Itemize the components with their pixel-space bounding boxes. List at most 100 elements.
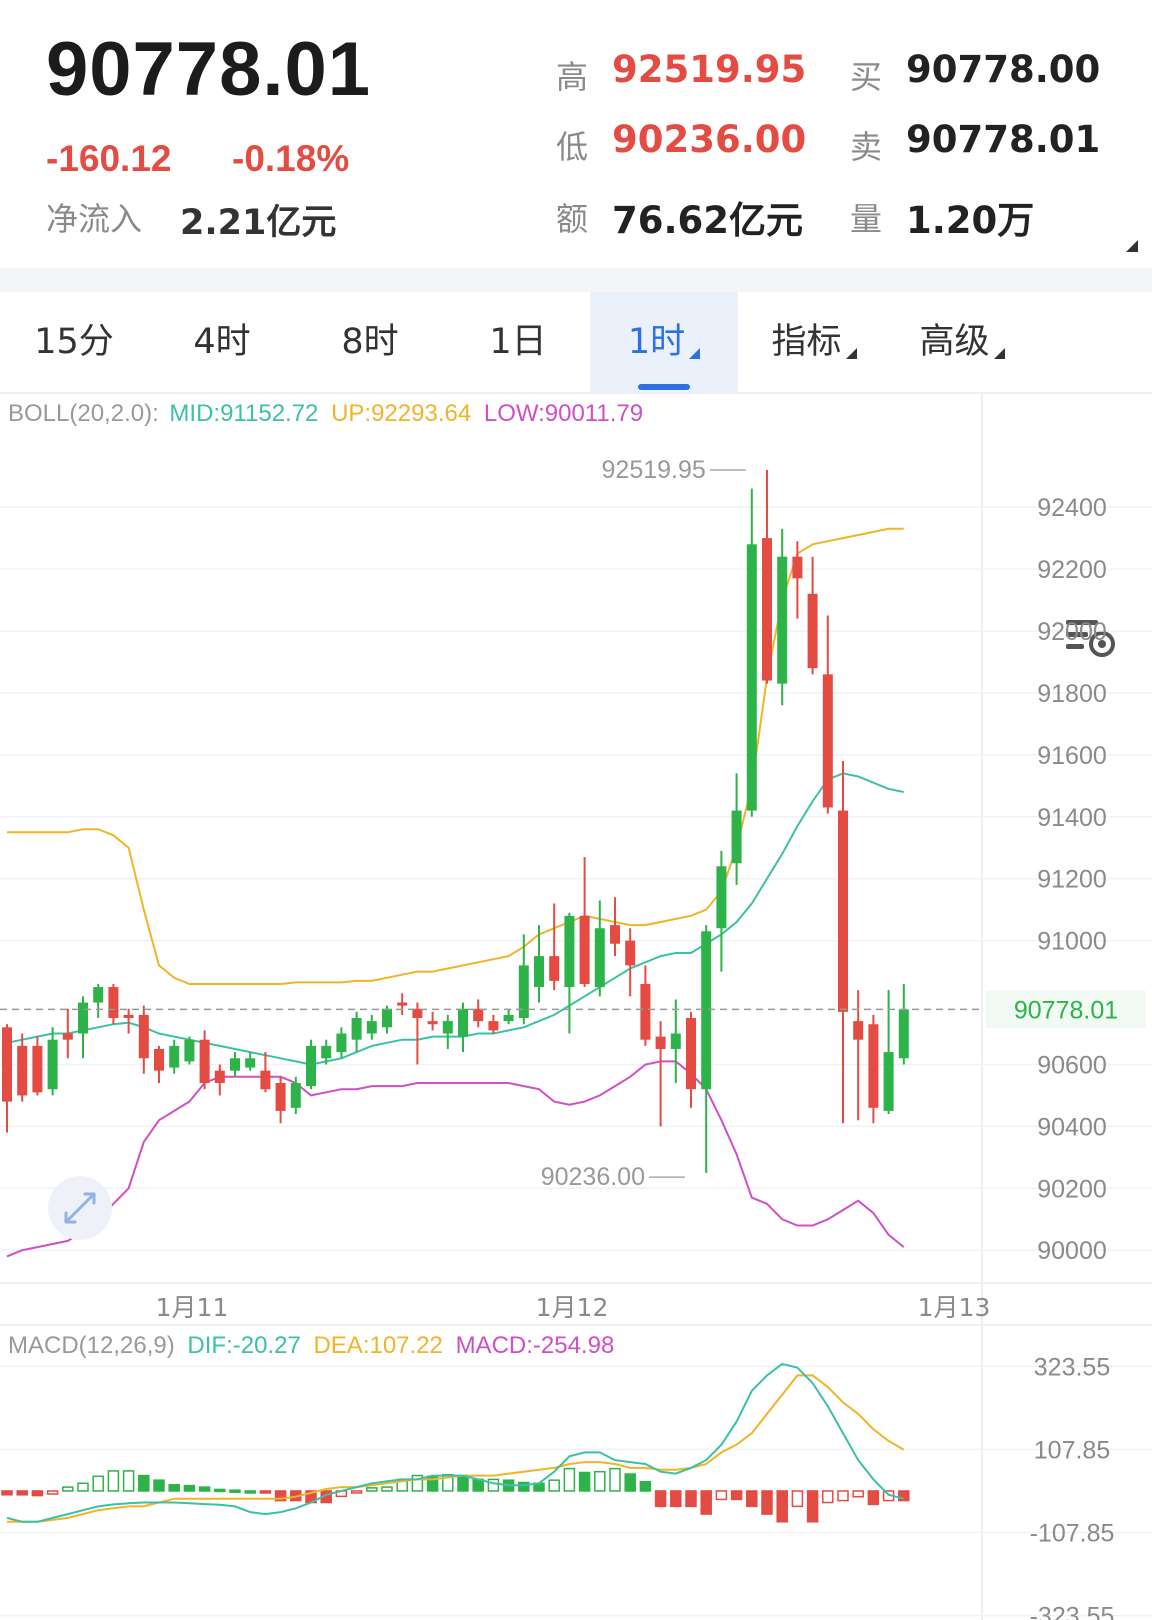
candle-body: [108, 987, 119, 1019]
macd-bar: [366, 1487, 378, 1492]
candle-body: [838, 810, 848, 1012]
macd-bar: [138, 1474, 150, 1492]
tab-indicators[interactable]: 指标: [740, 292, 888, 392]
candle-body: [594, 928, 605, 988]
tab-label: 1时: [627, 322, 686, 362]
price-change: -160.12: [46, 138, 172, 179]
candle-body: [230, 1058, 240, 1071]
macd-bar: [198, 1486, 211, 1492]
macd-bar: [31, 1490, 44, 1497]
candle-body: [488, 1021, 499, 1031]
tab-15min[interactable]: 15分: [0, 292, 148, 392]
macd-bar: [761, 1490, 773, 1515]
high-label: 高: [556, 58, 589, 96]
candle-body: [382, 1008, 392, 1028]
expand-corner-icon[interactable]: [1126, 240, 1138, 252]
candle-body: [138, 1014, 149, 1059]
candle-body: [686, 1018, 696, 1090]
chart-grid: [0, 394, 1152, 1620]
candle-body: [351, 1018, 362, 1040]
candle-body: [427, 1021, 438, 1025]
macd-tick-label: -323.55: [1030, 1603, 1115, 1620]
macd-bar: [122, 1470, 135, 1492]
tab-label: 4时: [193, 322, 251, 362]
macd-bar: [92, 1475, 104, 1492]
dropdown-arrow-icon: [689, 348, 701, 359]
kline-chart[interactable]: BOLL(20,2.0): MID:91152.72 UP:92293.64 L…: [0, 394, 1152, 1620]
high-annotation: 92519.95: [602, 456, 706, 484]
candle-body: [518, 965, 529, 1019]
time-tick-label: 1月11: [156, 1293, 229, 1322]
macd-bar: [806, 1490, 819, 1523]
macd-bar: [654, 1490, 667, 1508]
candle-body: [199, 1039, 210, 1084]
amount-value: 76.62亿元: [612, 199, 804, 242]
volume-value: 1.20万: [906, 199, 1035, 242]
candle-body: [534, 956, 544, 988]
macd-bar: [548, 1479, 560, 1492]
candle-body: [154, 1048, 164, 1071]
last-price-tag-label: 90778.01: [1014, 996, 1118, 1024]
tab-label: 1日: [489, 322, 547, 362]
candle-body: [473, 1008, 484, 1022]
candle-body: [762, 538, 772, 681]
candle-body: [549, 956, 560, 981]
macd-bar: [624, 1473, 636, 1492]
boll-mid-value: MID:91152.72: [169, 400, 318, 427]
dropdown-arrow-icon: [845, 348, 857, 359]
candle-body: [17, 1045, 28, 1096]
macd-dif-value: DIF:-20.27: [187, 1332, 300, 1359]
candle-body: [47, 1039, 58, 1090]
macd-bar: [1, 1490, 13, 1496]
candle-body: [275, 1083, 286, 1111]
price-tick-label: 91600: [1037, 742, 1107, 770]
quote-panel: 90778.01 -160.12 -0.18% 净流入 2.21亿元 高 925…: [0, 0, 1152, 268]
price-tick-label: 90200: [1037, 1175, 1107, 1203]
price-tick-label: 90400: [1037, 1113, 1107, 1141]
candle-body: [62, 1033, 73, 1040]
tab-1h[interactable]: 1时: [590, 292, 738, 392]
dropdown-arrow-icon: [993, 348, 1005, 359]
period-tabs: 15分 4时 8时 1日 1时 指标 高级: [0, 292, 1152, 657]
ask-value: 90778.01: [906, 118, 1101, 161]
tab-advanced[interactable]: 高级: [888, 292, 1036, 392]
candle-body: [184, 1039, 195, 1062]
bid-value: 90778.00: [906, 48, 1101, 91]
expand-arrows-icon[interactable]: [48, 1176, 112, 1240]
candle-body: [336, 1033, 347, 1053]
candle-body: [78, 1002, 88, 1034]
candle-body: [610, 925, 620, 944]
candle-body: [883, 1052, 894, 1111]
macd-bar: [670, 1490, 682, 1508]
macd-bar: [107, 1470, 120, 1492]
macd-bar: [62, 1486, 74, 1492]
tab-label: 高级: [919, 322, 990, 362]
candle-body: [397, 1002, 408, 1006]
macd-bar: [898, 1490, 910, 1502]
candle-body: [898, 1009, 909, 1059]
ask-label: 卖: [850, 128, 883, 166]
macd-bar: [350, 1490, 363, 1494]
tab-1d[interactable]: 1日: [444, 292, 592, 392]
tab-label: 15分: [34, 322, 114, 362]
macd-bar: [837, 1490, 849, 1502]
price-tick-label: 92000: [1037, 618, 1107, 646]
candle-body: [564, 915, 575, 988]
candle-body: [731, 810, 742, 864]
macd-bar: [578, 1471, 591, 1492]
tab-8h[interactable]: 8时: [296, 292, 444, 392]
svg-text:MACD(12,26,9) DIF:-20.27: MACD(12,26,9) DIF:-20.27 DEA:107.22 MACD…: [8, 1332, 614, 1359]
macd-bar: [168, 1484, 180, 1492]
macd-tick-label: 323.55: [1034, 1353, 1110, 1381]
macd-bar: [791, 1490, 804, 1508]
candle-body: [777, 556, 788, 684]
tab-4h[interactable]: 4时: [148, 292, 296, 392]
candle-body: [32, 1045, 43, 1093]
candle-body: [458, 1008, 468, 1037]
macd-bar: [214, 1488, 226, 1493]
candle-body: [503, 1014, 514, 1022]
high-value: 92519.95: [612, 48, 807, 91]
macd-bar: [822, 1490, 834, 1504]
last-price: 90778.01: [46, 27, 371, 112]
candles: [2, 470, 909, 1173]
